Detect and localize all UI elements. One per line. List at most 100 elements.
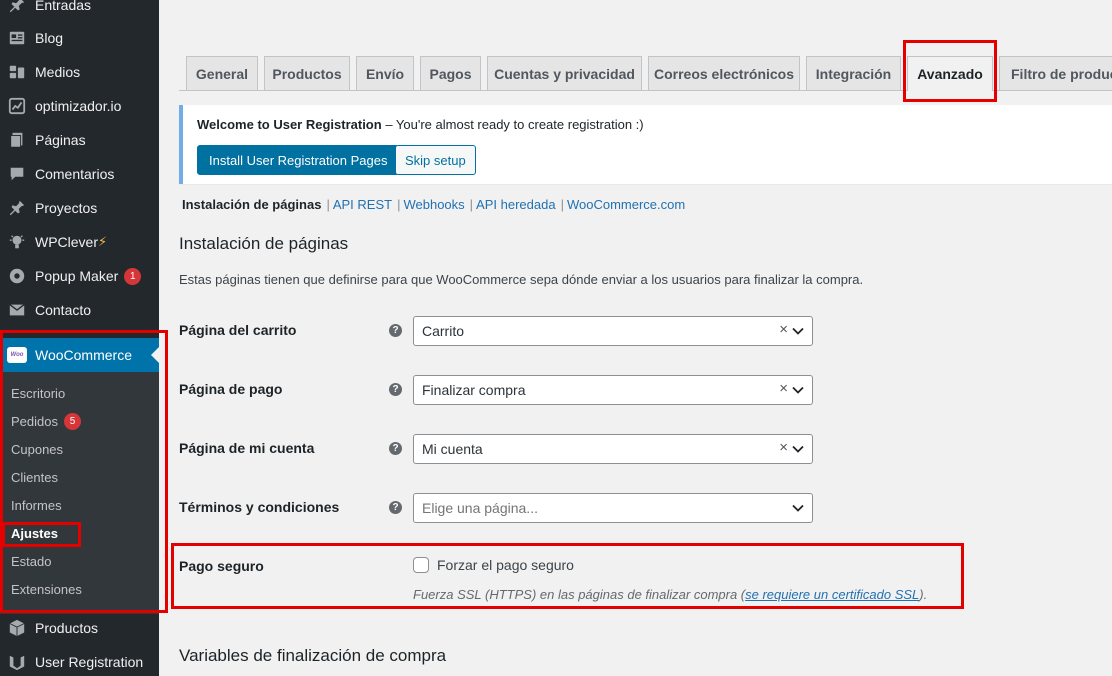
- sidebar-item-label: WPClever: [35, 234, 99, 250]
- submenu-extensiones[interactable]: Extensiones: [11, 579, 82, 599]
- field-label-terminos: Términos y condiciones: [179, 499, 340, 515]
- force-secure-label[interactable]: Forzar el pago seguro: [437, 557, 574, 573]
- subsection-nav: Instalación de páginas | API REST | Webh…: [182, 197, 685, 212]
- clear-icon[interactable]: ×: [779, 380, 788, 397]
- select-placeholder: Elige una página...: [422, 500, 538, 516]
- tab-pagos[interactable]: Pagos: [420, 56, 481, 90]
- select-value: Finalizar compra: [422, 382, 526, 398]
- submenu-escritorio[interactable]: Escritorio: [11, 383, 65, 403]
- submenu-estado[interactable]: Estado: [11, 551, 51, 571]
- tab-integracion[interactable]: Integración: [806, 56, 901, 90]
- active-arrow: [151, 347, 159, 363]
- sidebar-item-user-registration[interactable]: User Registration: [0, 645, 159, 676]
- sidebar-item-label: Medios: [35, 64, 81, 80]
- submenu-clientes[interactable]: Clientes: [11, 467, 58, 487]
- notice-title: Welcome to User Registration: [197, 117, 382, 132]
- lightning-icon: ⚡: [98, 234, 108, 249]
- projects-pin-icon: [8, 199, 26, 217]
- mail-icon: [8, 301, 26, 319]
- help-icon[interactable]: ?: [389, 383, 402, 396]
- subsection-api-heredada[interactable]: API heredada: [476, 197, 556, 212]
- box-icon: [8, 619, 26, 637]
- optimizer-icon: [8, 97, 26, 115]
- comments-icon: [8, 165, 26, 183]
- clear-icon[interactable]: ×: [779, 321, 788, 338]
- clear-icon[interactable]: ×: [779, 439, 788, 456]
- sidebar-item-paginas[interactable]: Páginas: [0, 123, 159, 157]
- pages-icon: [8, 131, 26, 149]
- ssl-certificate-link[interactable]: se requiere un certificado SSL: [745, 587, 919, 602]
- tab-cuentas-privacidad[interactable]: Cuentas y privacidad: [487, 56, 642, 90]
- select-terminos[interactable]: Elige una página...: [413, 493, 813, 523]
- sidebar-item-medios[interactable]: Medios: [0, 55, 159, 89]
- sidebar-item-label: Blog: [35, 30, 64, 46]
- chevron-down-icon: [792, 445, 804, 453]
- sidebar-item-comentarios[interactable]: Comentarios: [0, 157, 159, 191]
- bulb-icon: [8, 233, 26, 251]
- blog-icon: [8, 29, 26, 47]
- select-carrito[interactable]: Carrito ×: [413, 316, 813, 346]
- admin-sidebar: Entradas Blog Medios optimizador.io Pági…: [0, 0, 159, 676]
- woocommerce-submenu: Escritorio Pedidos 5 Cupones Clientes In…: [0, 372, 159, 614]
- submenu-label: Pedidos: [11, 413, 58, 429]
- subsection-woocommerce-com[interactable]: WooCommerce.com: [567, 197, 685, 212]
- sidebar-item-popup-maker[interactable]: Popup Maker 1: [0, 259, 159, 293]
- desc-text: Fuerza SSL (HTTPS) en las páginas de fin…: [413, 587, 746, 602]
- sidebar-item-optimizador[interactable]: optimizador.io: [0, 89, 159, 123]
- sidebar-item-label: Contacto: [35, 302, 92, 318]
- separator: |: [397, 197, 401, 212]
- popup-icon: [8, 267, 26, 285]
- sidebar-item-label: Popup Maker: [35, 268, 119, 284]
- secure-description: Fuerza SSL (HTTPS) en las páginas de fin…: [413, 587, 927, 602]
- sidebar-item-label: User Registration: [35, 654, 144, 670]
- tab-avanzado[interactable]: Avanzado: [907, 56, 993, 91]
- sidebar-item-label: optimizador.io: [35, 98, 122, 114]
- force-secure-checkbox[interactable]: [413, 557, 429, 573]
- select-value: Mi cuenta: [422, 441, 483, 457]
- sidebar-item-productos[interactable]: Productos: [0, 611, 159, 645]
- submenu-ajustes[interactable]: Ajustes: [11, 523, 58, 543]
- skip-setup-button[interactable]: Skip setup: [395, 145, 476, 175]
- help-icon[interactable]: ?: [389, 324, 402, 337]
- section-title: Instalación de páginas: [179, 234, 349, 253]
- help-icon[interactable]: ?: [389, 501, 402, 514]
- section2-title: Variables de finalización de compra: [179, 646, 447, 665]
- sidebar-item-proyectos[interactable]: Proyectos: [0, 191, 159, 225]
- separator: |: [326, 197, 330, 212]
- sidebar-item-label: Páginas: [35, 132, 86, 148]
- sidebar-item-label: Proyectos: [35, 200, 98, 216]
- sidebar-item-entradas[interactable]: Entradas: [0, 0, 159, 22]
- field-label-pago: Página de pago: [179, 381, 283, 397]
- notice-message: Welcome to User Registration – You're al…: [197, 117, 644, 132]
- orders-count-badge: 5: [63, 412, 81, 430]
- media-icon: [8, 63, 26, 81]
- submenu-informes[interactable]: Informes: [11, 495, 62, 515]
- select-mi-cuenta[interactable]: Mi cuenta ×: [413, 434, 813, 464]
- sidebar-item-blog[interactable]: Blog: [0, 21, 159, 55]
- ur-icon: [8, 653, 26, 671]
- sidebar-item-contacto[interactable]: Contacto: [0, 293, 159, 327]
- sidebar-item-woocommerce[interactable]: Woo WooCommerce: [0, 338, 159, 372]
- tab-envio[interactable]: Envío: [356, 56, 414, 90]
- sidebar-item-label: Entradas: [35, 0, 92, 13]
- tab-filtro-productos[interactable]: Filtro de produc: [999, 56, 1112, 90]
- subsection-current[interactable]: Instalación de páginas: [182, 197, 321, 212]
- subsection-api-rest[interactable]: API REST: [333, 197, 392, 212]
- chevron-down-icon: [792, 504, 804, 512]
- tab-correos[interactable]: Correos electrónicos: [648, 56, 800, 90]
- sidebar-item-wpclever[interactable]: WPClever ⚡: [0, 225, 159, 259]
- welcome-notice: Welcome to User Registration – You're al…: [179, 105, 1112, 184]
- subsection-webhooks[interactable]: Webhooks: [403, 197, 464, 212]
- tab-productos[interactable]: Productos: [264, 56, 350, 90]
- submenu-pedidos[interactable]: Pedidos 5: [11, 411, 81, 431]
- select-pago[interactable]: Finalizar compra ×: [413, 375, 813, 405]
- notification-badge: 1: [124, 267, 142, 285]
- section-description: Estas páginas tienen que definirse para …: [179, 272, 864, 287]
- help-icon[interactable]: ?: [389, 442, 402, 455]
- field-label-carrito: Página del carrito: [179, 322, 297, 338]
- tab-general[interactable]: General: [186, 56, 258, 90]
- chevron-down-icon: [792, 386, 804, 394]
- separator: |: [560, 197, 564, 212]
- install-pages-button[interactable]: Install User Registration Pages: [197, 145, 400, 175]
- submenu-cupones[interactable]: Cupones: [11, 439, 63, 459]
